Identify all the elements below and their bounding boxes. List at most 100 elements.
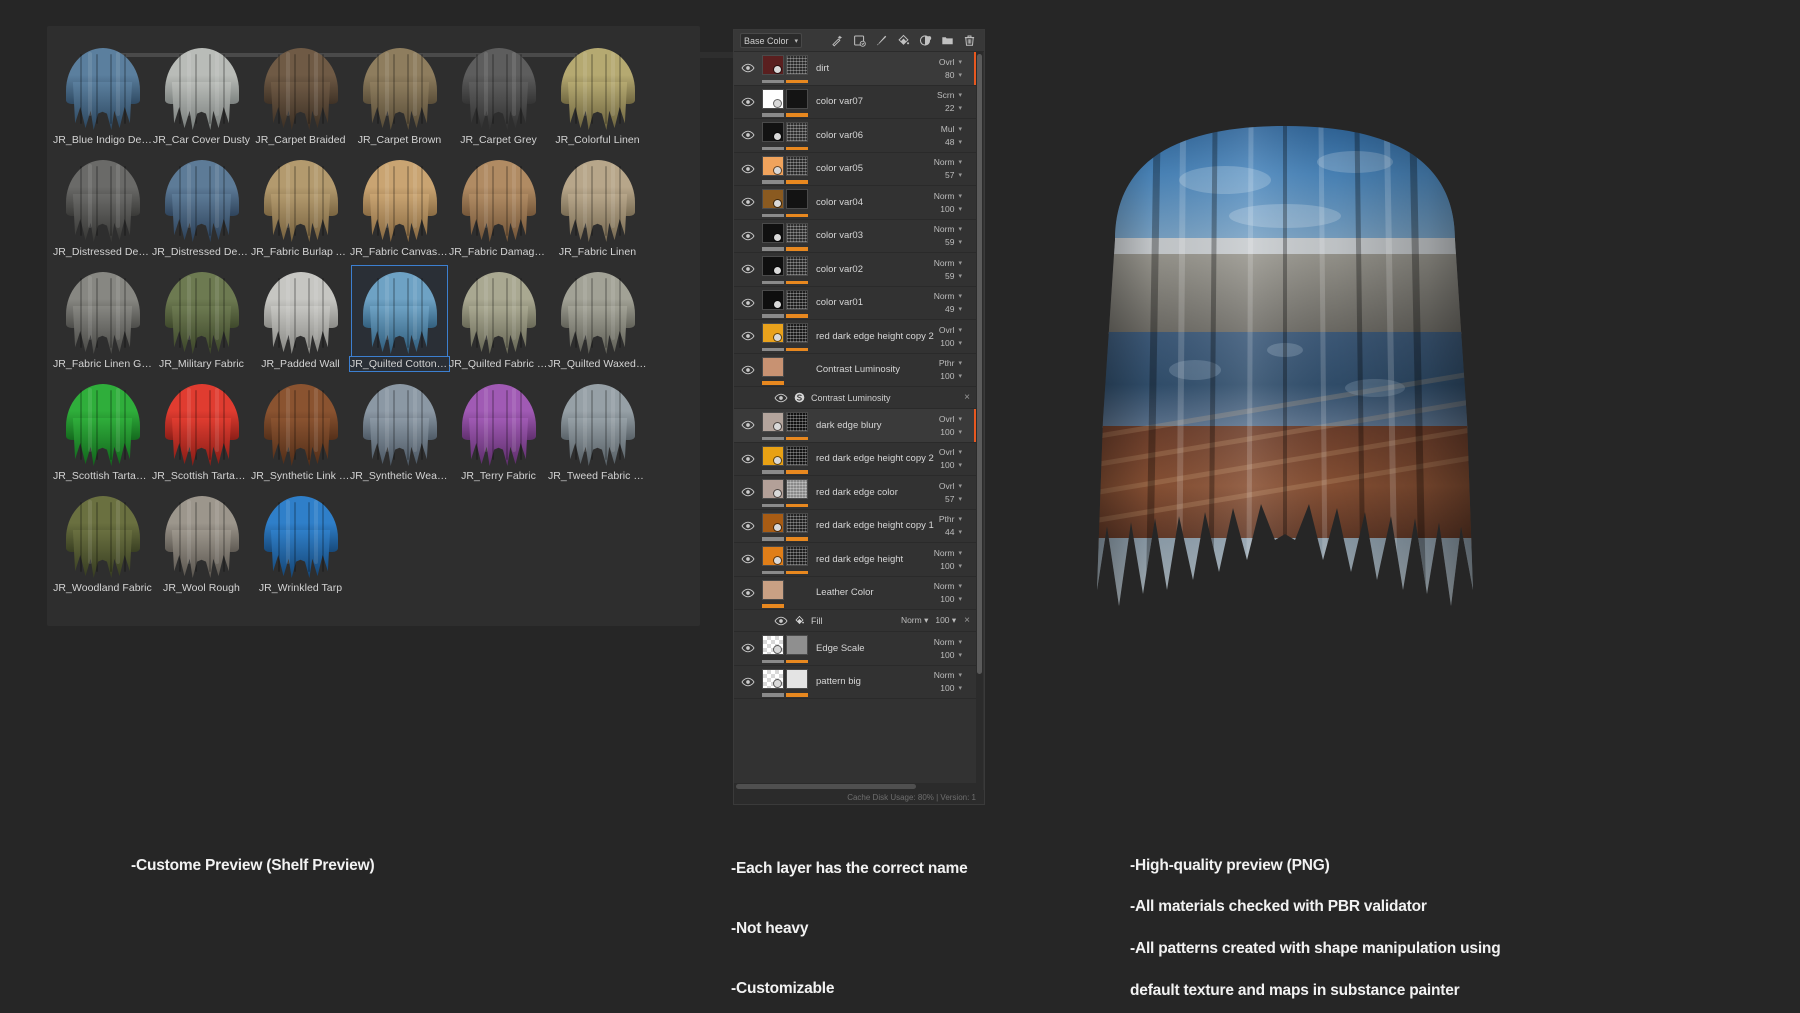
material-thumbnail[interactable]: [55, 266, 150, 356]
opacity-select[interactable]: 100▾: [940, 204, 962, 214]
eye-icon[interactable]: [740, 161, 756, 177]
material-thumbnail[interactable]: [550, 154, 645, 244]
layer-mask-thumbnail[interactable]: [786, 290, 808, 310]
layer-color-thumbnail[interactable]: [762, 446, 784, 466]
layer-mask-thumbnail[interactable]: [786, 412, 808, 432]
material-thumbnail[interactable]: [253, 490, 348, 580]
layer-mask-thumbnail[interactable]: [786, 256, 808, 276]
blend-mode-select[interactable]: Norm▾: [934, 581, 962, 591]
eye-icon[interactable]: [740, 417, 756, 433]
layer-row[interactable]: pattern bigNorm▾100▾: [734, 666, 976, 700]
material-cell[interactable]: JR_Distressed Denim...: [53, 150, 152, 262]
layer-color-thumbnail[interactable]: [762, 89, 784, 109]
material-thumbnail[interactable]: [352, 154, 447, 244]
material-cell[interactable]: JR_Padded Wall: [251, 262, 350, 374]
blend-mode-select[interactable]: Mul▾: [941, 124, 962, 134]
layers-vertical-scrollbar[interactable]: [976, 52, 983, 790]
scrollbar-thumb[interactable]: [736, 784, 916, 789]
layer-color-thumbnail[interactable]: [762, 635, 784, 655]
folder-icon[interactable]: [941, 34, 954, 47]
layer-color-thumbnail[interactable]: [762, 189, 784, 209]
material-thumbnail[interactable]: [55, 42, 150, 132]
layer-mask-thumbnail[interactable]: [786, 223, 808, 243]
opacity-select[interactable]: 80▾: [945, 70, 962, 80]
eye-icon[interactable]: [740, 228, 756, 244]
layer-mask-thumbnail[interactable]: [786, 156, 808, 176]
opacity-select[interactable]: 57▾: [945, 494, 962, 504]
blend-mode-select[interactable]: Norm▾: [934, 191, 962, 201]
material-cell[interactable]: JR_Fabric Burlap Aged: [251, 150, 350, 262]
material-cell[interactable]: JR_Tweed Fabric Dist...: [548, 374, 647, 486]
material-cell[interactable]: JR_Synthetic Weave ...: [350, 374, 449, 486]
layer-color-thumbnail[interactable]: [762, 357, 784, 377]
layer-row[interactable]: Contrast LuminosityPthr▾100▾: [734, 354, 976, 388]
layer-row[interactable]: red dark edge colorOvrl▾57▾: [734, 476, 976, 510]
layer-color-thumbnail[interactable]: [762, 156, 784, 176]
layer-thumbnails[interactable]: [762, 53, 812, 83]
material-cell[interactable]: JR_Military Fabric: [152, 262, 251, 374]
layer-thumbnails[interactable]: [762, 355, 812, 385]
eye-icon[interactable]: [740, 194, 756, 210]
layer-mask-thumbnail[interactable]: [786, 513, 808, 533]
eye-icon[interactable]: [740, 674, 756, 690]
eye-icon[interactable]: [740, 484, 756, 500]
layer-row[interactable]: color var02Norm▾59▾: [734, 253, 976, 287]
channel-select[interactable]: Base Color ▾: [740, 33, 802, 48]
layer-color-thumbnail[interactable]: [762, 223, 784, 243]
material-cell[interactable]: JR_Fabric Canvas Dirty: [350, 150, 449, 262]
layer-thumbnails[interactable]: [762, 87, 812, 117]
material-cell[interactable]: JR_Quilted Waxed Fa...: [548, 262, 647, 374]
material-thumbnail[interactable]: [154, 266, 249, 356]
layer-color-thumbnail[interactable]: [762, 290, 784, 310]
material-cell[interactable]: JR_Quilted Fabric Vis...: [449, 262, 548, 374]
material-thumbnail[interactable]: [451, 378, 546, 468]
blend-mode-select[interactable]: Norm▾: [934, 291, 962, 301]
smart-mask-icon[interactable]: [853, 34, 866, 47]
layer-mask-thumbnail[interactable]: [786, 189, 808, 209]
levels-icon[interactable]: [919, 34, 932, 47]
layer-row[interactable]: color var05Norm▾57▾: [734, 153, 976, 187]
opacity-select[interactable]: 100▾: [940, 594, 962, 604]
opacity-select[interactable]: 100▾: [940, 338, 962, 348]
layer-effect-row[interactable]: FillNorm ▾100 ▾×: [734, 610, 976, 632]
eye-icon[interactable]: [740, 362, 756, 378]
layer-row[interactable]: color var01Norm▾49▾: [734, 287, 976, 321]
fill-layer-icon[interactable]: [897, 34, 910, 47]
eye-icon[interactable]: [740, 94, 756, 110]
material-cell[interactable]: JR_Distressed Denim...: [152, 150, 251, 262]
opacity-select[interactable]: 22▾: [945, 103, 962, 113]
material-thumbnail[interactable]: [352, 378, 447, 468]
material-cell[interactable]: JR_Carpet Grey: [449, 38, 548, 150]
layer-row[interactable]: color var03Norm▾59▾: [734, 220, 976, 254]
material-cell[interactable]: JR_Woodland Fabric: [53, 486, 152, 598]
blend-mode-select[interactable]: Norm▾: [934, 637, 962, 647]
eye-icon[interactable]: [740, 328, 756, 344]
remove-effect-icon[interactable]: ×: [964, 392, 976, 403]
layer-row[interactable]: color var06Mul▾48▾: [734, 119, 976, 153]
opacity-select[interactable]: 59▾: [945, 271, 962, 281]
layer-thumbnails[interactable]: [762, 578, 812, 608]
eye-icon[interactable]: [740, 640, 756, 656]
layer-row[interactable]: red dark edge height copy 2Ovrl▾100▾: [734, 443, 976, 477]
opacity-select[interactable]: 100▾: [940, 650, 962, 660]
material-thumbnail[interactable]: [253, 378, 348, 468]
material-thumbnail[interactable]: [154, 490, 249, 580]
opacity-select[interactable]: 44▾: [945, 527, 962, 537]
material-cell[interactable]: JR_Carpet Brown: [350, 38, 449, 150]
blend-mode-select[interactable]: Norm▾: [934, 157, 962, 167]
paint-layer-icon[interactable]: [875, 34, 888, 47]
layer-thumbnails[interactable]: [762, 187, 812, 217]
material-thumbnail[interactable]: [253, 42, 348, 132]
material-thumbnail[interactable]: [451, 266, 546, 356]
layer-color-thumbnail[interactable]: [762, 546, 784, 566]
eye-icon[interactable]: [740, 60, 756, 76]
blend-mode-select[interactable]: Norm▾: [934, 548, 962, 558]
layer-thumbnails[interactable]: [762, 120, 812, 150]
layer-thumbnails[interactable]: [762, 511, 812, 541]
layer-mask-thumbnail[interactable]: [786, 446, 808, 466]
opacity-select[interactable]: 100▾: [940, 683, 962, 693]
layer-thumbnails[interactable]: [762, 633, 812, 663]
material-cell[interactable]: JR_Quilted Cotton In...: [350, 262, 449, 374]
opacity-select[interactable]: 100▾: [940, 561, 962, 571]
trash-icon[interactable]: [963, 34, 976, 47]
